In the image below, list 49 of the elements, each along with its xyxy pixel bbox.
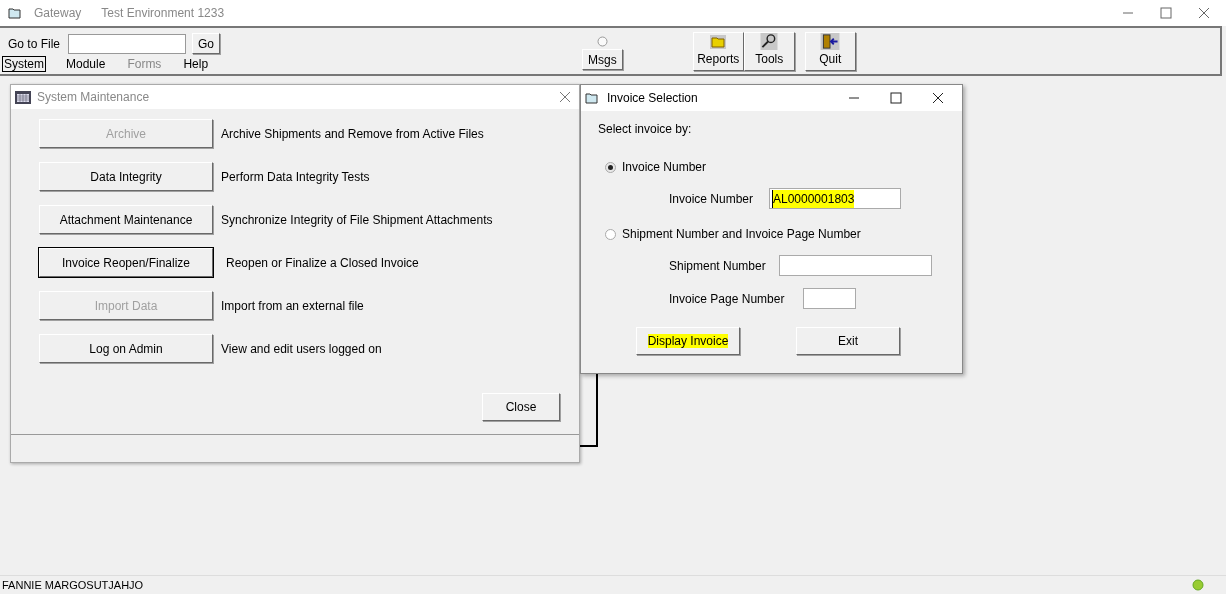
status-light-icon xyxy=(1192,579,1204,591)
window-icon xyxy=(585,91,599,105)
dialog-button[interactable]: Display Invoice xyxy=(636,327,740,355)
close-button[interactable]: Close xyxy=(482,393,560,421)
msgs-button[interactable]: Msgs xyxy=(582,49,623,70)
input-field[interactable]: AL0000001803 xyxy=(769,188,901,209)
go-button[interactable]: Go xyxy=(192,33,221,54)
field-label: Invoice Number xyxy=(669,190,755,208)
action-button[interactable]: Log on Admin xyxy=(39,334,213,363)
action-description: Import from an external file xyxy=(221,297,364,315)
maximize-icon[interactable] xyxy=(890,92,902,104)
menu-item[interactable]: Module xyxy=(64,56,108,72)
action-button[interactable]: Attachment Maintenance xyxy=(39,205,213,234)
dialog-title: System Maintenance xyxy=(37,89,150,106)
goto-label: Go to File xyxy=(8,35,61,53)
action-description: Reopen or Finalize a Closed Invoice xyxy=(226,254,419,272)
window-icon xyxy=(8,6,22,20)
quit-button[interactable]: Quit xyxy=(804,32,856,71)
menu-item[interactable]: System xyxy=(2,56,46,72)
calendar-icon xyxy=(15,90,31,104)
action-button[interactable]: Data Integrity xyxy=(39,162,213,191)
user-name: FANNIE MARGOSUTJAHJO xyxy=(2,577,144,593)
exit-door-icon xyxy=(820,33,841,50)
window-subtitle: Test Environment 1233 xyxy=(101,5,225,22)
input-field[interactable] xyxy=(779,255,932,276)
prompt-text: Select invoice by: xyxy=(598,121,693,138)
tools-button[interactable]: Tools xyxy=(743,32,795,71)
folder-icon xyxy=(709,34,728,50)
radio-button[interactable] xyxy=(605,228,616,240)
input-field[interactable] xyxy=(803,288,856,309)
action-button[interactable]: Invoice Reopen/Finalize xyxy=(39,248,213,277)
field-label: Shipment Number xyxy=(669,257,767,275)
status-indicator-icon xyxy=(596,36,608,47)
dialog-title: Invoice Selection xyxy=(607,90,698,107)
action-description: Perform Data Integrity Tests xyxy=(221,168,370,186)
dialog-button[interactable]: Exit xyxy=(796,327,900,355)
radio-button[interactable] xyxy=(605,161,616,173)
window-title: Gateway xyxy=(34,5,82,22)
action-description: Synchronize Integrity of File Shipment Attachments xyxy=(221,211,493,229)
radio-label: Invoice Number xyxy=(622,159,707,176)
goto-field[interactable] xyxy=(68,33,187,54)
action-description: View and edit users logged on xyxy=(221,340,382,358)
action-description: Archive Shipments and Remove from Active Files xyxy=(221,125,484,143)
close-icon[interactable] xyxy=(932,92,944,104)
menu-item[interactable]: Help xyxy=(181,56,211,72)
reports-button[interactable]: Reports xyxy=(692,32,744,71)
maximize-icon[interactable] xyxy=(1160,7,1172,19)
field-label: Invoice Page Number xyxy=(669,290,786,308)
radio-label: Shipment Number and Invoice Page Number xyxy=(622,226,861,243)
